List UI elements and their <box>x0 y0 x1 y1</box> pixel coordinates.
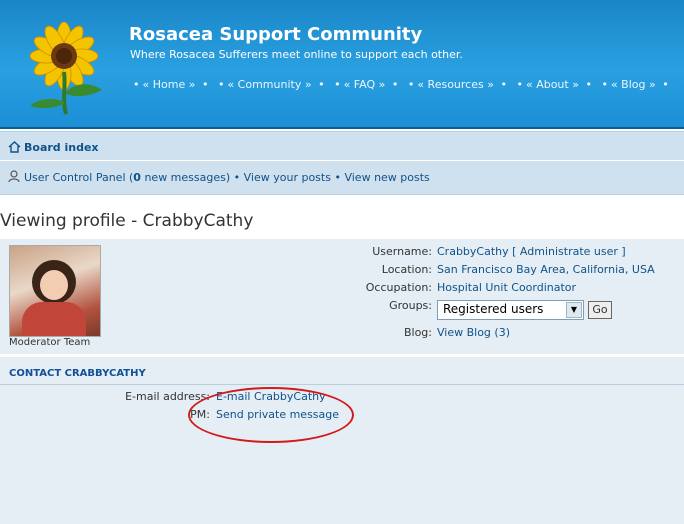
navbar: Board index User Control Panel (0 new me… <box>0 131 684 195</box>
username-value: CrabbyCathy [ Administrate user ] <box>437 245 626 258</box>
go-button[interactable]: Go <box>588 301 612 319</box>
nav-resources[interactable]: « Resources » <box>417 78 494 91</box>
nav-home[interactable]: « Home » <box>143 78 196 91</box>
view-blog-link[interactable]: View Blog (3) <box>437 326 510 339</box>
location-value: San Francisco Bay Area, California, USA <box>437 263 655 276</box>
occupation-value: Hospital Unit Coordinator <box>437 281 577 294</box>
nav-bullet: • <box>662 78 669 91</box>
ucp-count: 0 <box>133 171 141 184</box>
pm-label: PM: <box>190 408 210 421</box>
nav-bullet: • <box>391 78 399 91</box>
blog-label: Blog: <box>403 326 432 339</box>
username-label: Username: <box>372 245 432 258</box>
email-label: E-mail address: <box>125 390 210 403</box>
site-header: Rosacea Support Community Where Rosacea … <box>0 0 684 129</box>
contact-heading: CONTACT CRABBYCATHY <box>9 368 146 379</box>
chevron-down-icon[interactable]: ▼ <box>566 302 582 318</box>
nav-bullet: • <box>318 78 325 91</box>
nav-bullet: • <box>601 78 608 91</box>
contact-divider <box>0 384 684 385</box>
user-nav: User Control Panel (0 new messages) • Vi… <box>8 170 430 184</box>
nav-separator: • <box>233 171 244 184</box>
top-nav: • « Home » • • « Community » • • « FAQ » • … <box>130 78 672 91</box>
home-icon <box>8 141 21 153</box>
user-control-panel-icon <box>8 170 20 183</box>
breadcrumb: Board index <box>8 141 99 154</box>
nav-bullet: • <box>500 78 507 91</box>
nav-faq[interactable]: « FAQ » <box>344 78 386 91</box>
view-new-posts-link[interactable]: View new posts <box>344 171 429 184</box>
nav-bullet: • <box>133 78 140 91</box>
groups-select-value: Registered users <box>443 302 544 316</box>
occupation-label: Occupation: <box>365 281 432 294</box>
nav-bullet: • <box>585 78 592 91</box>
ucp-label: User Control Panel ( <box>24 171 134 184</box>
nav-blog[interactable]: « Blog » <box>611 78 656 91</box>
nav-about[interactable]: « About » <box>526 78 579 91</box>
location-label: Location: <box>381 263 432 276</box>
contact-panel: CONTACT CRABBYCATHY <box>0 356 684 524</box>
nav-bullet: • <box>217 78 225 91</box>
groups-select[interactable]: Registered users ▼ <box>437 300 584 320</box>
nav-separator: • <box>334 171 345 184</box>
ucp-link[interactable]: User Control Panel (0 new messages) <box>24 171 230 184</box>
board-index-link[interactable]: Board index <box>24 141 99 154</box>
site-title[interactable]: Rosacea Support Community <box>129 24 422 45</box>
annotation-circle <box>188 387 354 443</box>
nav-bullet: • <box>407 78 415 91</box>
nav-bullet: • <box>516 78 523 91</box>
view-your-posts-link[interactable]: View your posts <box>244 171 331 184</box>
nav-bullet: • <box>334 78 341 91</box>
sunflower-logo[interactable] <box>22 20 114 116</box>
username-link[interactable]: CrabbyCathy <box>437 245 509 258</box>
page-title: Viewing profile - CrabbyCathy <box>0 211 254 231</box>
nav-community[interactable]: « Community » <box>227 78 311 91</box>
ucp-tail: new messages) <box>140 171 231 184</box>
nav-bullet: • <box>201 78 209 91</box>
site-description: Where Rosacea Sufferers meet online to s… <box>130 48 463 61</box>
administrate-user-link[interactable]: [ Administrate user ] <box>512 245 626 258</box>
groups-label: Groups: <box>389 299 432 312</box>
navbar-divider <box>0 160 684 161</box>
